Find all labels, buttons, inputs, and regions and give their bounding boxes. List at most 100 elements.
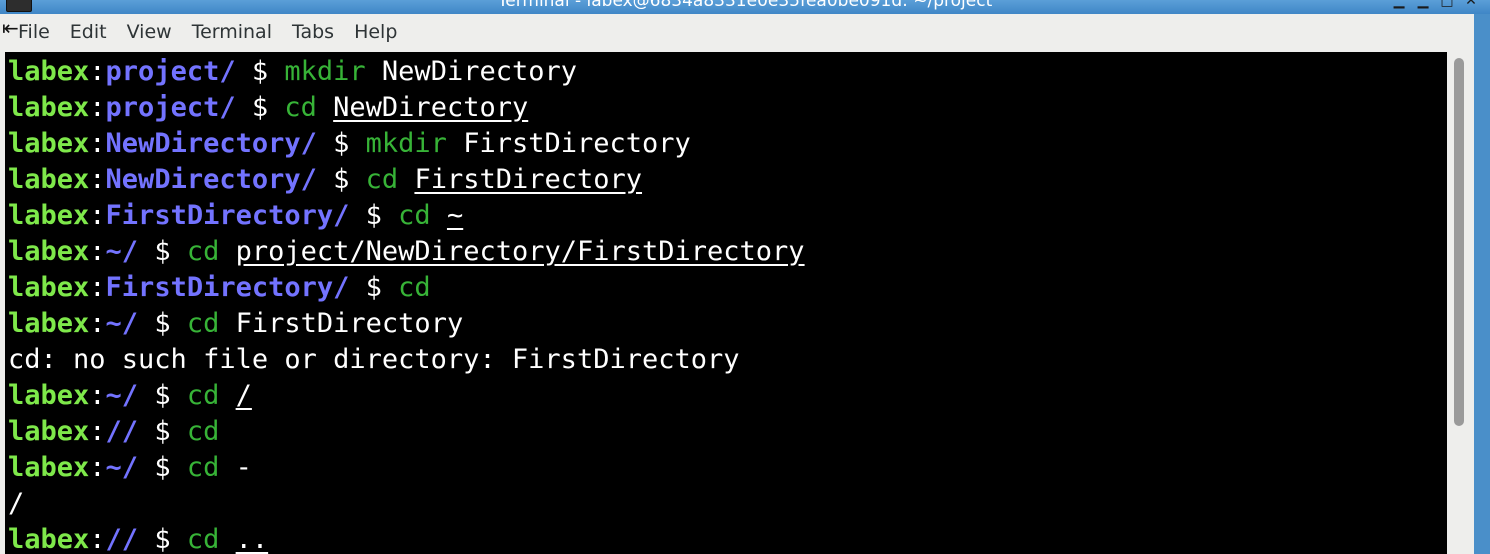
prompt-dir: ~/ <box>105 380 139 411</box>
prompt-user: labex <box>8 236 90 267</box>
menu-list: File Edit View Terminal Tabs Help <box>0 21 407 43</box>
restore-icon[interactable]: □ <box>1440 0 1454 8</box>
output-text: cd: no such file or directory: FirstDire… <box>8 344 740 375</box>
prompt-dollar: $ <box>316 128 366 159</box>
prompt-user: labex <box>8 128 90 159</box>
command: mkdir <box>365 128 447 159</box>
prompt-colon: : <box>89 380 106 411</box>
menu-tabs[interactable]: Tabs <box>282 21 344 43</box>
prompt-user: labex <box>8 308 90 339</box>
command: cd <box>284 92 317 123</box>
window-titlebar[interactable]: Terminal - labex@6834a8331e0e35fea0be091… <box>0 0 1490 14</box>
output-text: / <box>8 488 25 519</box>
command: cd <box>186 380 220 411</box>
vertical-scrollbar[interactable] <box>1447 52 1474 554</box>
tab-back-icon[interactable]: ⇤ <box>2 16 19 40</box>
prompt-dollar: $ <box>349 200 399 231</box>
arg-separator <box>219 524 235 554</box>
prompt-dollar: $ <box>235 92 285 123</box>
arg-separator <box>366 56 382 87</box>
prompt-dir: // <box>105 416 139 447</box>
prompt-dir: NewDirectory/ <box>105 164 317 195</box>
prompt-colon: : <box>89 56 106 87</box>
prompt-line: labex:FirstDirectory/ $ cd <box>8 270 805 306</box>
prompt-colon: : <box>89 416 106 447</box>
arg-separator <box>431 200 447 231</box>
command-arg: NewDirectory <box>381 56 577 87</box>
prompt-line: labex:~/ $ cd / <box>8 378 805 414</box>
command: cd <box>398 200 431 231</box>
prompt-dollar: $ <box>235 56 285 87</box>
terminal-lines: labex:project/ $ mkdir NewDirectory labex… <box>8 54 805 554</box>
prompt-user: labex <box>8 56 90 87</box>
prompt-dir: NewDirectory/ <box>105 128 317 159</box>
prompt-line: labex:NewDirectory/ $ mkdir FirstDirecto… <box>8 126 805 162</box>
prompt-user: labex <box>8 92 90 123</box>
prompt-dir: FirstDirectory/ <box>105 272 350 303</box>
prompt-line: labex:~/ $ cd project/NewDirectory/First… <box>8 234 805 270</box>
prompt-user: labex <box>8 416 90 447</box>
command-arg: project/NewDirectory/FirstDirectory <box>235 236 805 267</box>
prompt-dir: project/ <box>105 92 236 123</box>
prompt-user: labex <box>8 200 90 231</box>
command-arg: FirstDirectory <box>414 164 643 195</box>
menu-terminal[interactable]: Terminal <box>182 21 282 43</box>
command-arg: FirstDirectory <box>235 308 464 339</box>
prompt-user: labex <box>8 272 90 303</box>
command-arg: - <box>235 452 252 483</box>
prompt-dir: project/ <box>105 56 236 87</box>
arg-separator <box>447 128 463 159</box>
command: cd <box>186 524 220 554</box>
prompt-user: labex <box>8 452 90 483</box>
close-icon[interactable]: ✕ <box>1464 0 1478 8</box>
arg-separator <box>219 236 235 267</box>
prompt-dollar: $ <box>349 272 399 303</box>
prompt-line: labex:~/ $ cd FirstDirectory <box>8 306 805 342</box>
maximize-icon[interactable]: ▁ <box>1416 0 1430 8</box>
prompt-dollar: $ <box>138 416 187 447</box>
prompt-dir: // <box>105 524 139 554</box>
prompt-user: labex <box>8 380 90 411</box>
menu-help[interactable]: Help <box>344 21 407 43</box>
prompt-colon: : <box>89 236 106 267</box>
prompt-dir: ~/ <box>105 236 139 267</box>
command-arg: ~ <box>446 200 464 231</box>
prompt-line: labex:project/ $ cd NewDirectory <box>8 90 805 126</box>
output-line: cd: no such file or directory: FirstDire… <box>8 342 805 378</box>
command-arg: .. <box>235 524 269 554</box>
command-arg: NewDirectory <box>333 92 529 123</box>
command: mkdir <box>284 56 366 87</box>
prompt-colon: : <box>89 128 106 159</box>
command-arg: FirstDirectory <box>463 128 691 159</box>
minimize-icon[interactable]: ▁ <box>1392 0 1406 8</box>
command: cd <box>186 308 220 339</box>
prompt-line: labex:NewDirectory/ $ cd FirstDirectory <box>8 162 805 198</box>
prompt-user: labex <box>8 524 90 554</box>
prompt-colon: : <box>89 92 106 123</box>
prompt-user: labex <box>8 164 90 195</box>
prompt-dollar: $ <box>138 524 187 554</box>
prompt-colon: : <box>89 452 106 483</box>
prompt-dollar: $ <box>316 164 366 195</box>
prompt-dir: FirstDirectory/ <box>105 200 350 231</box>
command: cd <box>398 272 431 303</box>
command: cd <box>186 416 220 447</box>
prompt-dollar: $ <box>138 380 187 411</box>
prompt-dollar: $ <box>138 308 187 339</box>
prompt-colon: : <box>89 272 106 303</box>
prompt-dir: ~/ <box>105 308 139 339</box>
command: cd <box>365 164 399 195</box>
menu-edit[interactable]: Edit <box>60 21 117 43</box>
command: cd <box>186 236 220 267</box>
output-line: / <box>8 486 805 522</box>
prompt-dollar: $ <box>138 452 187 483</box>
arg-separator <box>219 380 235 411</box>
terminal-output[interactable]: labex:project/ $ mkdir NewDirectory labex… <box>5 52 1447 554</box>
scrollbar-thumb[interactable] <box>1454 58 1464 426</box>
arg-separator <box>219 308 235 339</box>
menu-view[interactable]: View <box>117 21 182 43</box>
prompt-line: labex:~/ $ cd - <box>8 450 805 486</box>
prompt-colon: : <box>89 164 106 195</box>
command: cd <box>186 452 220 483</box>
prompt-dollar: $ <box>138 236 187 267</box>
